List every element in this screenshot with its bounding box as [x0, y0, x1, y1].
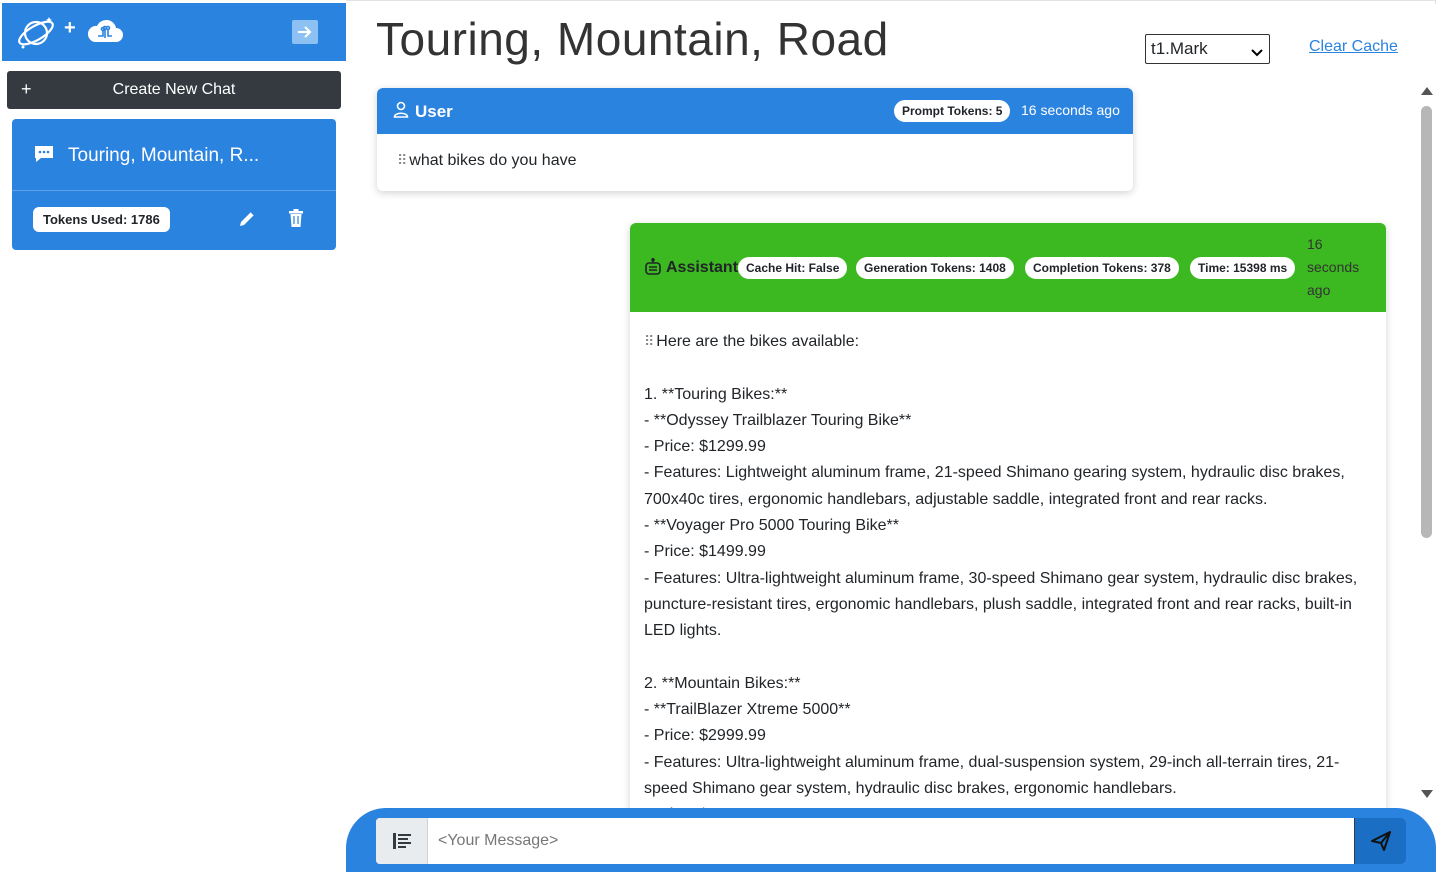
assistant-role-label: Assistant — [666, 259, 739, 276]
assistant-message-time: 16 seconds ago — [1307, 236, 1360, 298]
create-new-chat-button[interactable]: + Create New Chat — [7, 71, 341, 109]
chat-list-item[interactable]: Touring, Mountain, R... Tokens Used: 178… — [12, 119, 336, 250]
tokens-used-badge: Tokens Used: 1786 — [33, 207, 170, 232]
assistant-message-text: Here are the bikes available: 1. **Touri… — [644, 333, 1358, 823]
cloud-logo-icon — [86, 16, 124, 51]
scroll-up-arrow-icon[interactable] — [1421, 87, 1433, 95]
prompt-tokens-badge: Prompt Tokens: 5 — [894, 100, 1011, 122]
trash-icon[interactable] — [288, 209, 304, 232]
assistant-message-card: Assistant Cache Hit: False Generation To… — [630, 223, 1386, 823]
create-new-chat-label: Create New Chat — [112, 81, 236, 98]
generation-tokens-badge: Generation Tokens: 1408 — [856, 257, 1014, 279]
user-message-text: what bikes do you have — [409, 152, 577, 169]
user-message-card: User Prompt Tokens: 5 16 seconds ago ⠿ wh… — [377, 88, 1133, 191]
robot-icon — [644, 257, 662, 281]
plus-icon: + — [64, 17, 76, 39]
scroll-down-arrow-icon[interactable] — [1421, 790, 1433, 798]
drag-grip-icon: ⠿ — [644, 333, 654, 349]
chat-title: Touring, Mountain, R... — [68, 145, 260, 166]
assistant-message-header: Assistant Cache Hit: False Generation To… — [630, 223, 1386, 312]
model-select-value: t1.Mark — [1151, 39, 1208, 58]
scrollbar-thumb[interactable] — [1421, 106, 1432, 538]
brand-bar: + — [2, 3, 346, 61]
send-button[interactable] — [1354, 818, 1406, 864]
text-format-icon[interactable] — [376, 818, 428, 864]
message-input[interactable] — [428, 818, 1354, 864]
chevron-down-icon — [1251, 43, 1263, 63]
composer-input-group — [376, 818, 1406, 864]
main-border — [346, 0, 1436, 4]
collapse-sidebar-button[interactable] — [292, 20, 318, 44]
completion-tokens-badge: Completion Tokens: 378 — [1025, 257, 1179, 279]
sidebar: + + Create New Chat Touring, Mountain, R… — [0, 0, 346, 872]
edit-pencil-icon[interactable] — [237, 209, 257, 234]
model-select[interactable]: t1.Mark — [1145, 34, 1270, 64]
page-title: Touring, Mountain, Road — [376, 13, 889, 65]
user-message-header: User Prompt Tokens: 5 16 seconds ago — [377, 88, 1133, 134]
chat-list-item-header[interactable]: Touring, Mountain, R... — [12, 119, 336, 191]
assistant-message-body: ⠿ Here are the bikes available: 1. **Tour… — [644, 328, 1366, 823]
planet-logo-icon — [15, 13, 57, 58]
cache-hit-badge: Cache Hit: False — [738, 257, 848, 279]
time-ms-badge: Time: 15398 ms — [1190, 257, 1296, 279]
user-icon — [393, 101, 409, 123]
send-paper-plane-icon — [1371, 831, 1391, 851]
drag-grip-icon: ⠿ — [397, 152, 407, 168]
chat-bubble-icon — [33, 144, 55, 169]
clear-cache-link[interactable]: Clear Cache — [1309, 38, 1398, 56]
user-role-label: User — [415, 102, 453, 121]
arrow-right-icon — [298, 26, 312, 38]
user-message-time: 16 seconds ago — [1021, 102, 1120, 118]
user-message-body: ⠿ what bikes do you have — [397, 152, 576, 170]
